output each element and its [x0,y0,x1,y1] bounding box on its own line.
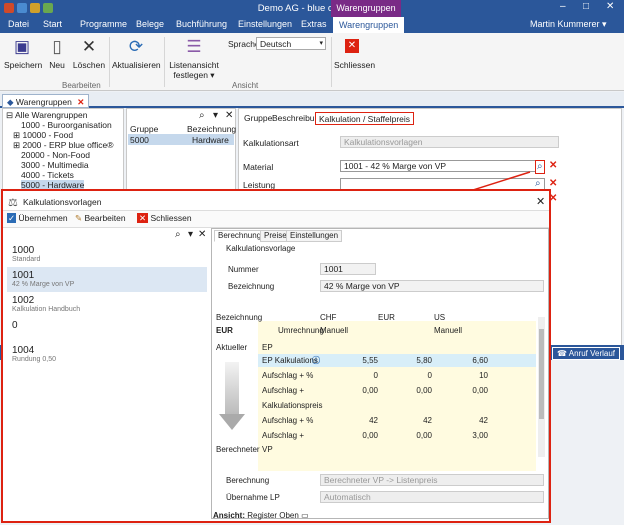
search-icon[interactable]: ⌕ [175,229,181,241]
grid-row-label: Aufschlag + % [262,416,314,425]
grid-umrechnung-label: Umrechnung [278,326,324,335]
filter-dropdown-icon[interactable]: ▾ [188,229,193,241]
grid-aktueller-label: Aktueller [216,343,248,352]
nummer-field[interactable]: 1001 [320,263,376,275]
view-selector[interactable]: Ansicht: Register Oben ▭ [213,511,309,520]
grid-cell[interactable]: 42 [392,416,432,425]
grid-highlight [258,321,536,471]
template-detail-pane: Berechnung Preise Einstellungen Kalkulat… [211,228,549,519]
pencil-icon: ✎ [75,213,83,223]
grid-scrollbar[interactable] [538,317,545,457]
berechnung-select[interactable]: Berechneter VP -> Listenpreis [320,474,544,486]
list-item-code: 1001 [12,270,35,281]
grid-berechneter-label: Berechneter [216,445,260,454]
list-item[interactable]: 1004 Rundung 0,50 [7,342,207,367]
list-item[interactable]: 1002 Kalkulation Handbuch [7,292,207,317]
grid-cell[interactable]: 10 [448,371,488,380]
berechnung-label: Berechnung [226,476,270,485]
uebernahme-label: Übernahme LP [226,493,280,502]
grid-row-label: Aufschlag + [262,431,305,440]
ansicht-value: Register Oben [247,511,299,520]
grid-cell[interactable]: 0,00 [392,431,432,440]
tab-berechnung[interactable]: Berechnung [214,230,266,242]
nummer-value: 1001 [324,264,343,274]
list-item-desc: 42 % Marge von VP [12,281,75,288]
grid-row-label: Kalkulationspreis [262,401,323,410]
grid-header-chf: CHF [320,313,337,322]
flow-arrow-shaft [225,362,239,414]
close-dialog-icon[interactable]: ✕ [536,195,545,208]
bezeichnung-label: Bezeichnung [228,282,275,291]
grid-header-us: US [434,313,446,322]
grid-cell[interactable]: 0,00 [392,386,432,395]
apply-button[interactable]: ✓ Übernehmen [7,213,68,224]
grid-umrechnung-chf[interactable]: Manuell [320,326,348,335]
list-item[interactable]: 1000 Standard [7,242,207,267]
grid-row-label: Aufschlag + [262,386,305,395]
checkbox-checked-icon: ✓ [7,213,17,223]
list-item-code: 1000 [12,245,35,256]
grid-cell[interactable]: 0,00 [338,386,378,395]
uebernahme-value: Automatisch [324,492,371,502]
close-button[interactable]: ✕ Schliessen [137,213,192,224]
uebernahme-select[interactable]: Automatisch [320,491,544,503]
list-item-code: 1004 [12,345,35,356]
grid-cell[interactable]: 3,00 [448,431,488,440]
grid-eur-label: EUR [216,326,233,335]
list-item[interactable]: 0 [7,317,207,342]
list-item-selected[interactable]: 1001 42 % Marge von VP [7,267,207,292]
template-icon: ⚖ [8,197,18,209]
close-label: Schliessen [150,213,192,223]
list-item-code: 0 [12,320,18,331]
grid-row-label: EP Kalkulations [262,356,318,365]
dialog-title-bar: ⚖ Kalkulationsvorlagen ✕ [3,191,549,211]
dialog-toolbar: ✓ Übernehmen ✎ Bearbeiten ✕ Schliessen [3,211,549,228]
close-search-icon[interactable]: ✕ [198,229,206,241]
list-item-desc: Standard [12,256,41,263]
close-icon: ✕ [137,213,149,223]
apply-label: Übernehmen [18,213,68,223]
dialog-title: Kalkulationsvorlagen [23,197,102,207]
nummer-label: Nummer [228,265,259,274]
grid-cell[interactable]: 42 [338,416,378,425]
bezeichnung-value: 42 % Marge von VP [324,281,400,291]
grid-header-bezeichnung: Bezeichnung [216,313,263,322]
tab-einstellungen[interactable]: Einstellungen [286,230,343,242]
grid-cell[interactable]: 0 [392,371,432,380]
grid-umrechnung-us[interactable]: Manuell [434,326,462,335]
list-item-desc: Rundung 0,50 [12,356,56,363]
grid-vp-label: VP [262,445,273,454]
scrollbar-thumb[interactable] [539,329,544,419]
edit-label: Bearbeiten [84,213,126,223]
grid-ep-label: EP [262,343,273,352]
grid-cell[interactable]: 0,00 [448,386,488,395]
grid-row-label: Aufschlag + % [262,371,314,380]
grid-cell[interactable]: 0,00 [338,431,378,440]
grid-cell[interactable]: 0 [338,371,378,380]
ansicht-label: Ansicht: [213,511,245,520]
grid-cell[interactable]: 5,80 [392,356,432,365]
bezeichnung-field[interactable]: 42 % Marge von VP [320,280,544,292]
grid-cell[interactable]: 42 [448,416,488,425]
edit-button[interactable]: ✎ Bearbeiten [75,213,126,224]
berechnung-value: Berechneter VP -> Listenpreis [324,475,438,485]
list-item-desc: Kalkulation Handbuch [12,306,81,313]
kalkulationsvorlagen-dialog: ⚖ Kalkulationsvorlagen ✕ ✓ Übernehmen ✎ … [1,189,551,523]
grid-header-eur: EUR [378,313,395,322]
grid-cell[interactable]: 6,60 [448,356,488,365]
grid-cell[interactable]: 5,55 [338,356,378,365]
list-item-code: 1002 [12,295,35,306]
window-icon: ▭ [301,511,309,520]
template-list: ⌕ ▾ ✕ 1000 Standard 1001 42 % Marge von … [7,228,210,519]
flow-arrow-head [219,414,245,430]
vorlage-group-label: Kalkulationsvorlage [226,244,296,253]
